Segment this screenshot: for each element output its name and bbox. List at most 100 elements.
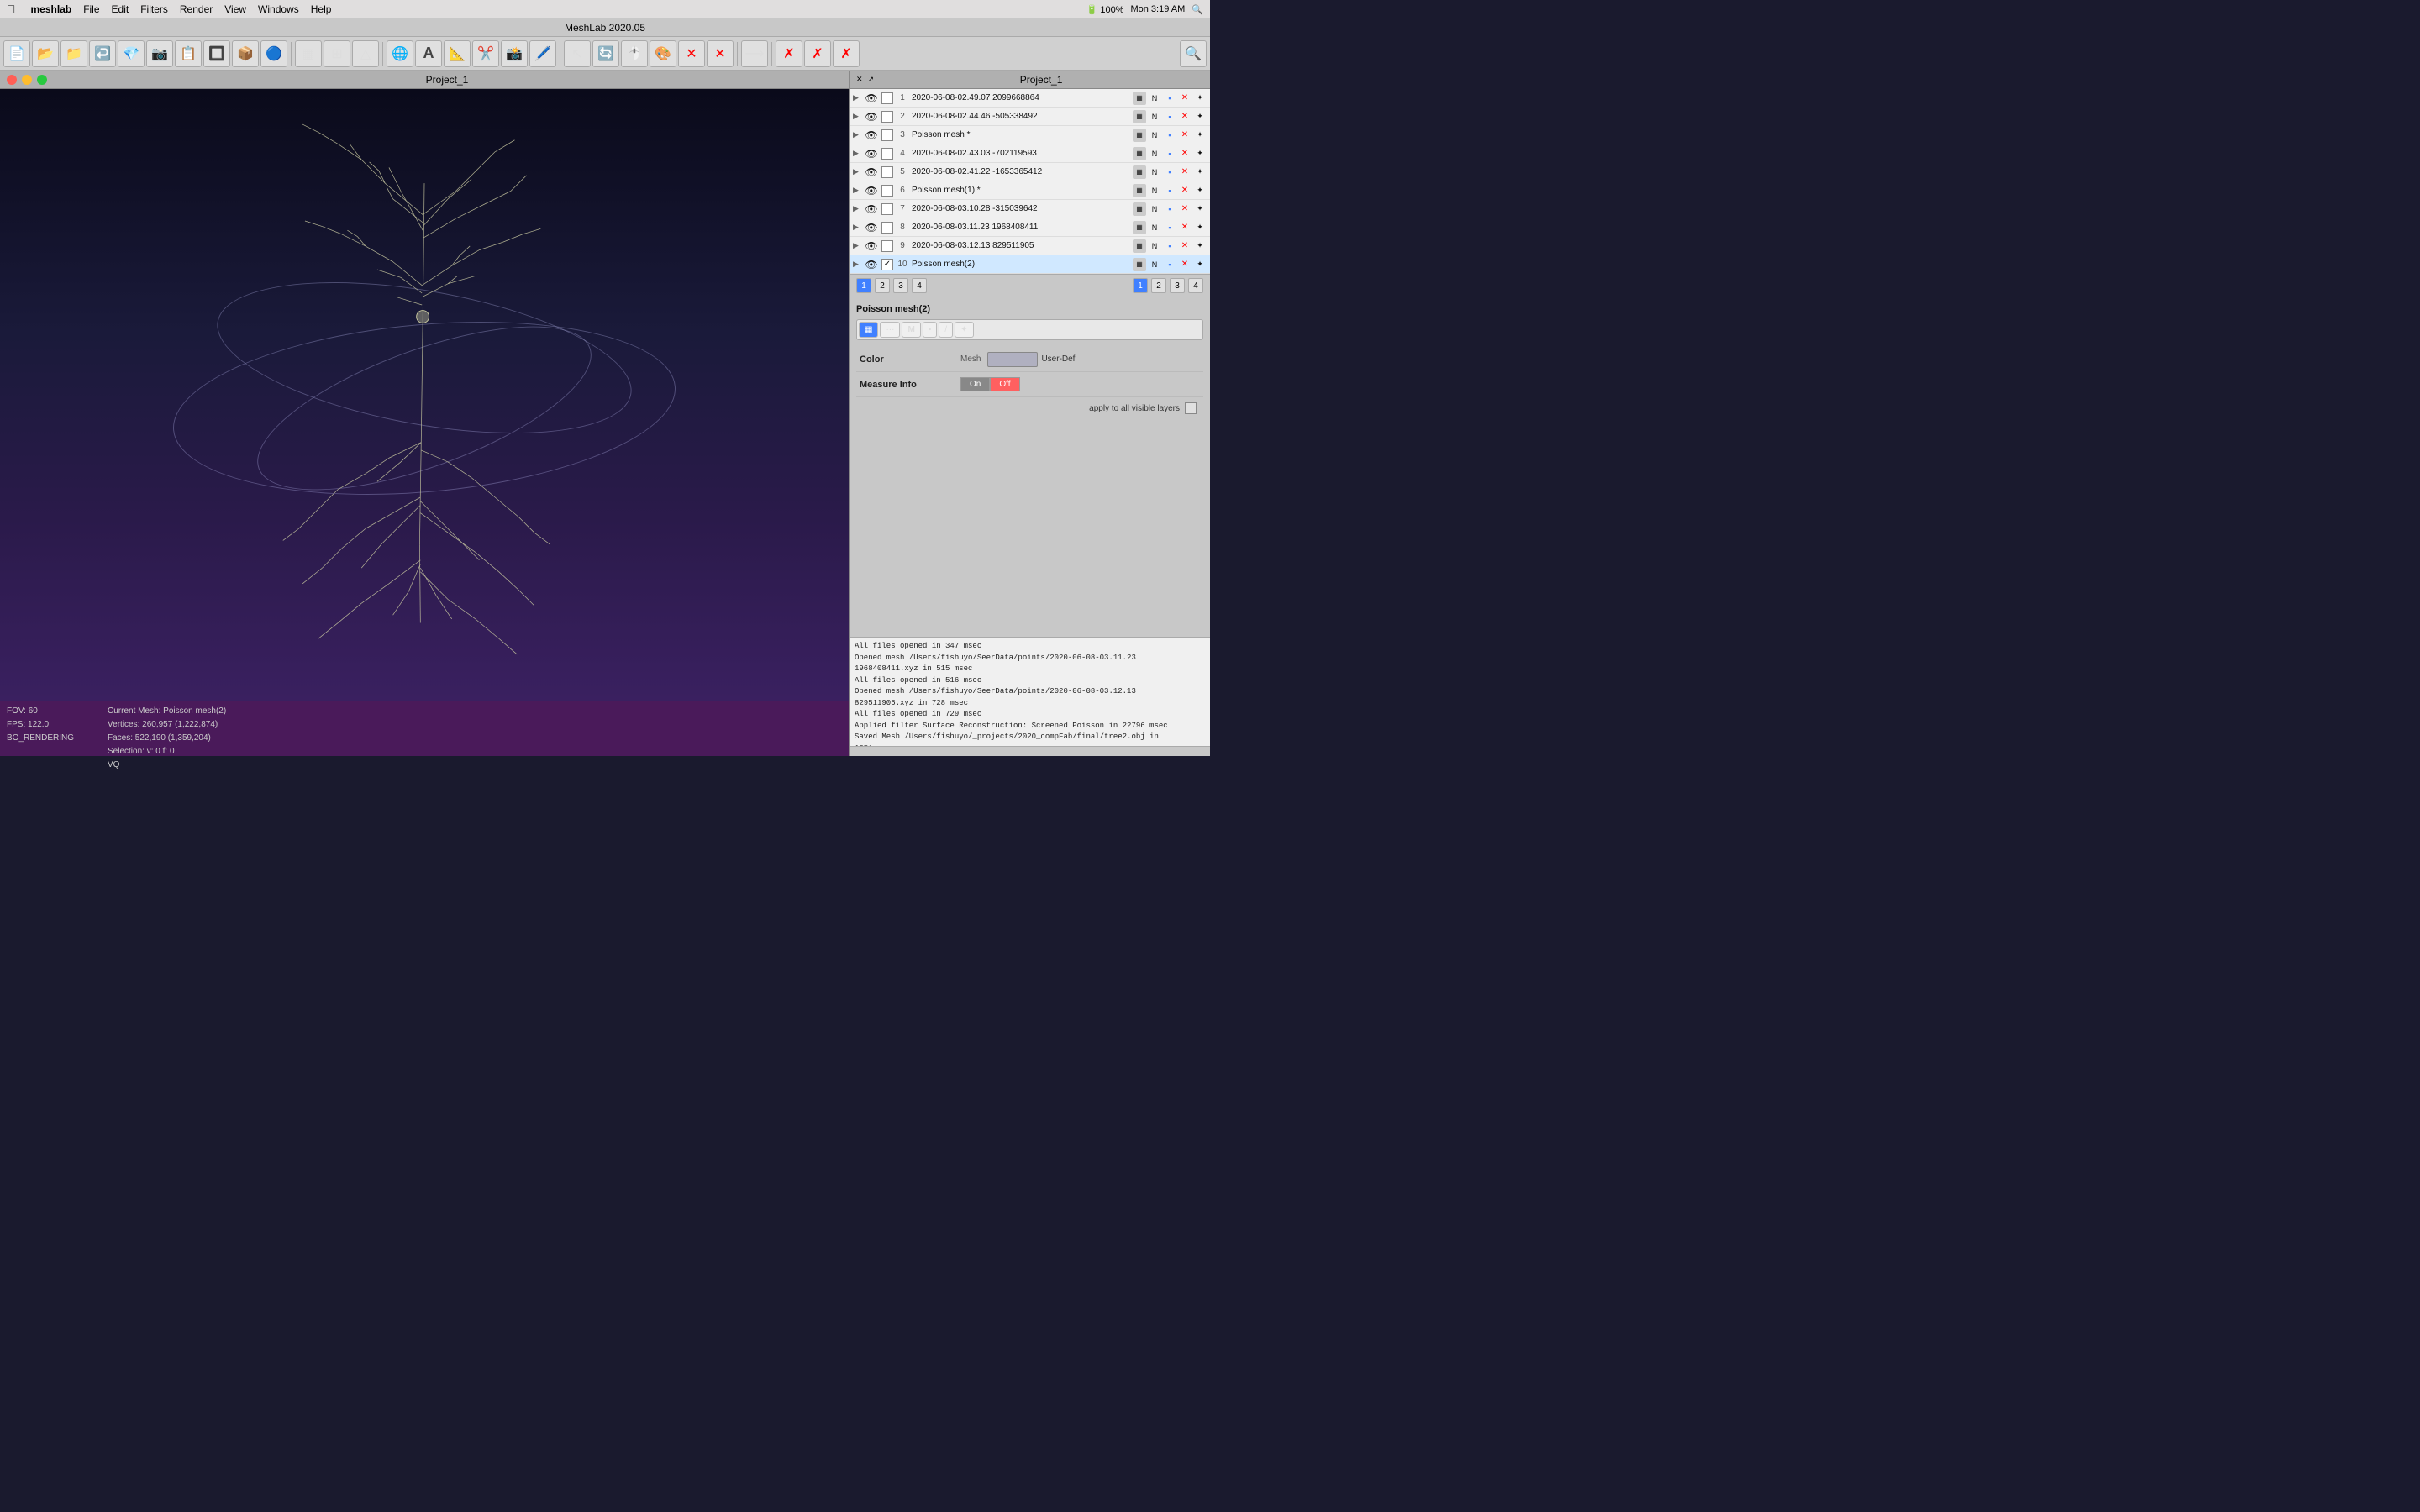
search-icon[interactable]: 🔍 [1192, 4, 1203, 15]
layer-icon-3[interactable]: ▪ [1163, 202, 1176, 216]
layer-eye-icon[interactable]: 👁 [865, 239, 878, 253]
layer-icon-2[interactable]: N [1148, 165, 1161, 179]
layer-row[interactable]: ▶ 👁 2 2020-06-08-02.44.46 -505338492 ▦ N… [850, 108, 1210, 126]
layer-icon-1[interactable]: ▦ [1133, 165, 1146, 179]
measure-tool[interactable]: 📐 [444, 40, 471, 67]
layer-icon-5[interactable]: ✦ [1193, 202, 1207, 216]
page-btn-r3[interactable]: 3 [1170, 278, 1185, 293]
layer-row[interactable]: ▶ 👁 1 2020-06-08-02.49.07 2099668864 ▦ N… [850, 89, 1210, 108]
layer-icon-2[interactable]: N [1148, 221, 1161, 234]
layer-icon-3[interactable]: ▪ [1163, 147, 1176, 160]
layer-row[interactable]: ▶ 👁 ✓ 10 Poisson mesh(2) ▦ N ▪ ✕ ✦ [850, 255, 1210, 274]
rotate-tool[interactable]: 🔄 [592, 40, 619, 67]
page-btn-1[interactable]: 1 [856, 278, 871, 293]
layer-eye-icon[interactable]: 👁 [865, 165, 878, 179]
right-panel-close-icon[interactable]: ✕ [856, 75, 863, 84]
layer-icon-5[interactable]: ✦ [1193, 92, 1207, 105]
layer-check-box[interactable] [881, 222, 893, 234]
layer-icon-5[interactable]: ✦ [1193, 147, 1207, 160]
search-toolbar-button[interactable]: 🔍 [1180, 40, 1207, 67]
layer-check-box[interactable] [881, 92, 893, 104]
layer-icon-1[interactable]: ▦ [1133, 202, 1146, 216]
layer-icon-2[interactable]: N [1148, 147, 1161, 160]
paint-tool[interactable]: 🎨 [650, 40, 676, 67]
render-mode-solid[interactable]: ▦ [859, 322, 878, 338]
page-btn-r2[interactable]: 2 [1151, 278, 1166, 293]
layer-icon-4[interactable]: ✕ [1178, 147, 1192, 160]
layer-icon-2[interactable]: N [1148, 110, 1161, 123]
layer-icon-2[interactable]: N [1148, 184, 1161, 197]
render-mode-edges[interactable]: / [939, 322, 953, 338]
layer-icon-1[interactable]: ▦ [1133, 239, 1146, 253]
render-mode-wireframe[interactable]: M [902, 322, 920, 338]
layer-check-box[interactable] [881, 111, 893, 123]
menu-windows[interactable]: Windows [258, 3, 299, 15]
menu-meshlab[interactable]: meshlab [31, 3, 72, 15]
layer-icon-3[interactable]: ▪ [1163, 165, 1176, 179]
layer-icon-2[interactable]: N [1148, 129, 1161, 142]
layer-check-box[interactable] [881, 129, 893, 141]
open-file-button[interactable]: 📂 [32, 40, 59, 67]
toggle-on-button[interactable]: On [960, 377, 990, 391]
layer-icon-1[interactable]: ▦ [1133, 184, 1146, 197]
layer-icon-5[interactable]: ✦ [1193, 221, 1207, 234]
apply-checkbox[interactable] [1185, 402, 1197, 414]
layer-icon-4[interactable]: ✕ [1178, 110, 1192, 123]
layer-icon-5[interactable]: ✦ [1193, 129, 1207, 142]
menu-file[interactable]: File [83, 3, 99, 15]
layer-row[interactable]: ▶ 👁 7 2020-06-08-03.10.28 -315039642 ▦ N… [850, 200, 1210, 218]
new-file-button[interactable]: 📄 [3, 40, 30, 67]
layer-row[interactable]: ▶ 👁 3 Poisson mesh * ▦ N ▪ ✕ ✦ [850, 126, 1210, 144]
layer-icon-3[interactable]: ▪ [1163, 184, 1176, 197]
delete-tool[interactable]: ✕ [678, 40, 705, 67]
layer-check-box[interactable]: ✓ [881, 259, 893, 270]
page-btn-r1[interactable]: 1 [1133, 278, 1148, 293]
layer-check-box[interactable] [881, 185, 893, 197]
layer-icon-4[interactable]: ✕ [1178, 239, 1192, 253]
layer-icon-2[interactable]: N [1148, 239, 1161, 253]
layer-icon-1[interactable]: ▦ [1133, 129, 1146, 142]
layer-eye-icon[interactable]: 👁 [865, 221, 878, 234]
layer-icon-4[interactable]: ✕ [1178, 165, 1192, 179]
layer-check-box[interactable] [881, 240, 893, 252]
layer-icon-1[interactable]: ▦ [1133, 258, 1146, 271]
layer-icon-2[interactable]: N [1148, 92, 1161, 105]
layer-eye-icon[interactable]: 👁 [865, 202, 878, 216]
menu-help[interactable]: Help [311, 3, 332, 15]
layer-icon-5[interactable]: ✦ [1193, 258, 1207, 271]
layer-check-box[interactable] [881, 148, 893, 160]
color-picker[interactable] [987, 352, 1038, 367]
layer-eye-icon[interactable]: 👁 [865, 110, 878, 123]
cursor-tool[interactable]: ⟶ [741, 40, 768, 67]
layer-icon-2[interactable]: N [1148, 202, 1161, 216]
x-delete2-button[interactable]: ✗ [804, 40, 831, 67]
layer-row[interactable]: ▶ 👁 5 2020-06-08-02.41.22 -1653365412 ▦ … [850, 163, 1210, 181]
layer-icon-5[interactable]: ✦ [1193, 184, 1207, 197]
layer-check-box[interactable] [881, 203, 893, 215]
viewport-canvas[interactable] [0, 89, 849, 701]
layer-row[interactable]: ▶ 👁 6 Poisson mesh(1) * ▦ N ▪ ✕ ✦ [850, 181, 1210, 200]
render-mode-flat[interactable]: ▪ [923, 322, 938, 338]
layer-icon-5[interactable]: ✦ [1193, 239, 1207, 253]
layer-eye-icon[interactable]: 👁 [865, 184, 878, 197]
layer-icon-4[interactable]: ✕ [1178, 221, 1192, 234]
layer-icon-5[interactable]: ✦ [1193, 110, 1207, 123]
select-tool[interactable]: ▦ [295, 40, 322, 67]
layer-icon-3[interactable]: ▪ [1163, 239, 1176, 253]
reload-button[interactable]: ↩️ [89, 40, 116, 67]
layer-icon-1[interactable]: ▦ [1133, 110, 1146, 123]
layer-icon-4[interactable]: ✕ [1178, 184, 1192, 197]
right-panel-icon2[interactable]: ↗ [868, 75, 875, 84]
layer-icon-4[interactable]: ✕ [1178, 92, 1192, 105]
cylinder-button[interactable]: 🔵 [260, 40, 287, 67]
layer-icon-3[interactable]: ▪ [1163, 110, 1176, 123]
layer-row[interactable]: ▶ 👁 4 2020-06-08-02.43.03 -702119593 ▦ N… [850, 144, 1210, 163]
render-mode-dots[interactable]: ··· [880, 322, 900, 338]
page-btn-r4[interactable]: 4 [1188, 278, 1203, 293]
cube-button[interactable]: 📦 [232, 40, 259, 67]
layer-eye-icon[interactable]: 👁 [865, 258, 878, 271]
toggle-off-button[interactable]: Off [990, 377, 1019, 391]
menu-view[interactable]: View [224, 3, 246, 15]
layer-icon-1[interactable]: ▦ [1133, 221, 1146, 234]
menu-filters[interactable]: Filters [140, 3, 168, 15]
